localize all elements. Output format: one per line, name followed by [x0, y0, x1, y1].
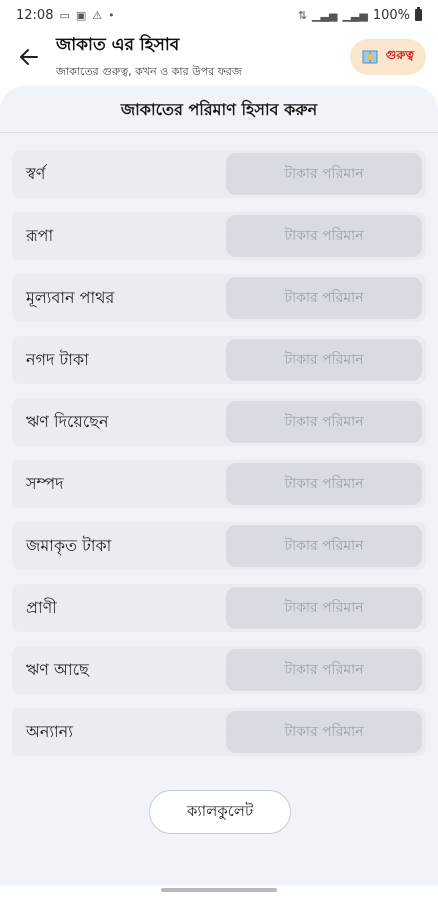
row-silver: রূপা: [12, 212, 426, 260]
status-right: ⇅ ▁▃▅ ▁▃▅ 100%: [297, 7, 422, 23]
image-icon: ▣: [75, 8, 87, 22]
page-title: জাকাত এর হিসাব: [56, 35, 180, 55]
debt-amount-input[interactable]: [226, 649, 422, 691]
battery-percent: 100%: [372, 7, 410, 23]
precious-stones-amount-input[interactable]: [226, 277, 422, 319]
savings-amount-input[interactable]: [226, 525, 422, 567]
silver-amount-input[interactable]: [226, 215, 422, 257]
row-loan-given: ঋণ দিয়েছেন: [12, 398, 426, 446]
notification-icon: ⚠: [92, 8, 103, 22]
data-icon: ⇅: [297, 8, 308, 22]
battery-icon: [415, 7, 422, 21]
row-label: জমাকৃত টাকা: [26, 536, 112, 555]
back-button[interactable]: [6, 34, 52, 80]
cash-amount-input[interactable]: [226, 339, 422, 381]
app-bar: জাকাত এর হিসাব জাকাতের গুরুত্ব, কখন ও কা…: [0, 30, 438, 84]
back-arrow-icon: [20, 49, 38, 65]
row-label: মূল্যবান পাথর: [26, 288, 115, 307]
row-label: নগদ টাকা: [26, 350, 89, 369]
row-debt: ঋণ আছে: [12, 646, 426, 694]
importance-button[interactable]: গুরুত্ব: [349, 39, 426, 75]
row-label: অন্যান্য: [26, 722, 73, 741]
row-others: অন্যান্য: [12, 708, 426, 756]
dot-icon: •: [108, 8, 115, 22]
row-label: রূপা: [26, 226, 54, 245]
signal-icon: ▁▃▅: [312, 8, 338, 22]
row-cash: নগদ টাকা: [12, 336, 426, 384]
row-label: ঋণ আছে: [26, 660, 89, 679]
importance-label: গুরুত্ব: [385, 48, 414, 62]
home-indicator[interactable]: [161, 888, 277, 892]
assets-amount-input[interactable]: [226, 463, 422, 505]
row-label: সম্পদ: [26, 474, 64, 493]
calculator-heading: জাকাতের পরিমাণ হিসাব করুন: [120, 100, 318, 119]
others-amount-input[interactable]: [226, 711, 422, 753]
title-group: জাকাত এর হিসাব জাকাতের গুরুত্ব, কখন ও কা…: [56, 32, 242, 82]
loan-given-amount-input[interactable]: [226, 401, 422, 443]
row-precious-stones: মূল্যবান পাথর: [12, 274, 426, 322]
row-gold: স্বর্ণ: [12, 150, 426, 198]
row-savings: জমাকৃত টাকা: [12, 522, 426, 570]
livestock-amount-input[interactable]: [226, 587, 422, 629]
page-subtitle: জাকাতের গুরুত্ব, কখন ও কার উপর ফরজ: [56, 65, 242, 78]
row-livestock: প্রাণী: [12, 584, 426, 632]
heading-divider: [0, 132, 438, 133]
row-label: স্বর্ণ: [26, 164, 46, 183]
calculate-button[interactable]: ক্যালকুলেট: [149, 790, 291, 834]
status-time: 12:08: [16, 7, 54, 23]
status-left: 12:08 ▭ ▣ ⚠ •: [16, 8, 115, 23]
row-label: ঋণ দিয়েছেন: [26, 412, 109, 431]
signal-icon-2: ▁▃▅: [342, 8, 368, 22]
row-assets: সম্পদ: [12, 460, 426, 508]
row-label: প্রাণী: [26, 598, 57, 617]
gold-amount-input[interactable]: [226, 153, 422, 195]
status-bar: 12:08 ▭ ▣ ⚠ • ⇅ ▁▃▅ ▁▃▅ 100%: [0, 0, 438, 30]
book-icon: [362, 50, 378, 64]
cast-icon: ▭: [59, 8, 70, 22]
zakat-calculator-panel: জাকাতের পরিমাণ হিসাব করুন স্বর্ণ রূপা মূ…: [0, 86, 438, 886]
